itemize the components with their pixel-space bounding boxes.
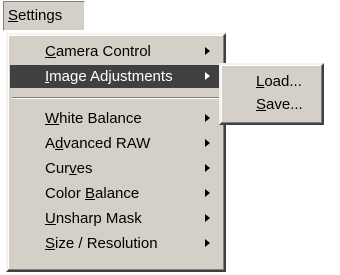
settings-menu: Camera Control Image Adjustments White B… xyxy=(6,33,226,272)
chevron-right-icon xyxy=(205,214,210,222)
menu-item-label: Size / Resolution xyxy=(45,235,158,252)
chevron-right-icon xyxy=(205,114,210,122)
menubar-settings-label: Settings xyxy=(8,7,63,24)
chevron-right-icon xyxy=(205,47,210,55)
menu-item-white-balance[interactable]: White Balance xyxy=(10,107,222,130)
chevron-right-icon xyxy=(205,164,210,172)
chevron-right-icon xyxy=(205,72,210,80)
menubar-settings[interactable]: Settings xyxy=(3,1,85,31)
menu-item-image-adjustments[interactable]: Image Adjustments xyxy=(10,65,222,88)
menu-item-label: Unsharp Mask xyxy=(45,210,142,227)
submenu-item-label: Save... xyxy=(256,96,303,113)
menu-item-curves[interactable]: Curves xyxy=(10,157,222,180)
menu-item-label: Advanced RAW xyxy=(45,135,151,152)
menu-separator xyxy=(12,97,220,99)
chevron-right-icon xyxy=(205,189,210,197)
image-adjustments-submenu: Load... Save... xyxy=(219,63,324,125)
menu-item-label: White Balance xyxy=(45,110,142,127)
submenu-item-save[interactable]: Save... xyxy=(223,93,320,116)
menu-item-label: Camera Control xyxy=(45,43,151,60)
menu-item-size-resolution[interactable]: Size / Resolution xyxy=(10,232,222,255)
submenu-item-load[interactable]: Load... xyxy=(223,70,320,93)
submenu-item-label: Load... xyxy=(256,73,302,90)
menu-item-unsharp-mask[interactable]: Unsharp Mask xyxy=(10,207,222,230)
chevron-right-icon xyxy=(205,239,210,247)
menu-item-label: Curves xyxy=(45,160,93,177)
menu-item-label: Color Balance xyxy=(45,185,140,202)
menu-item-label: Image Adjustments xyxy=(45,68,173,85)
menu-item-camera-control[interactable]: Camera Control xyxy=(10,40,222,63)
menu-item-advanced-raw[interactable]: Advanced RAW xyxy=(10,132,222,155)
chevron-right-icon xyxy=(205,139,210,147)
menu-item-color-balance[interactable]: Color Balance xyxy=(10,182,222,205)
